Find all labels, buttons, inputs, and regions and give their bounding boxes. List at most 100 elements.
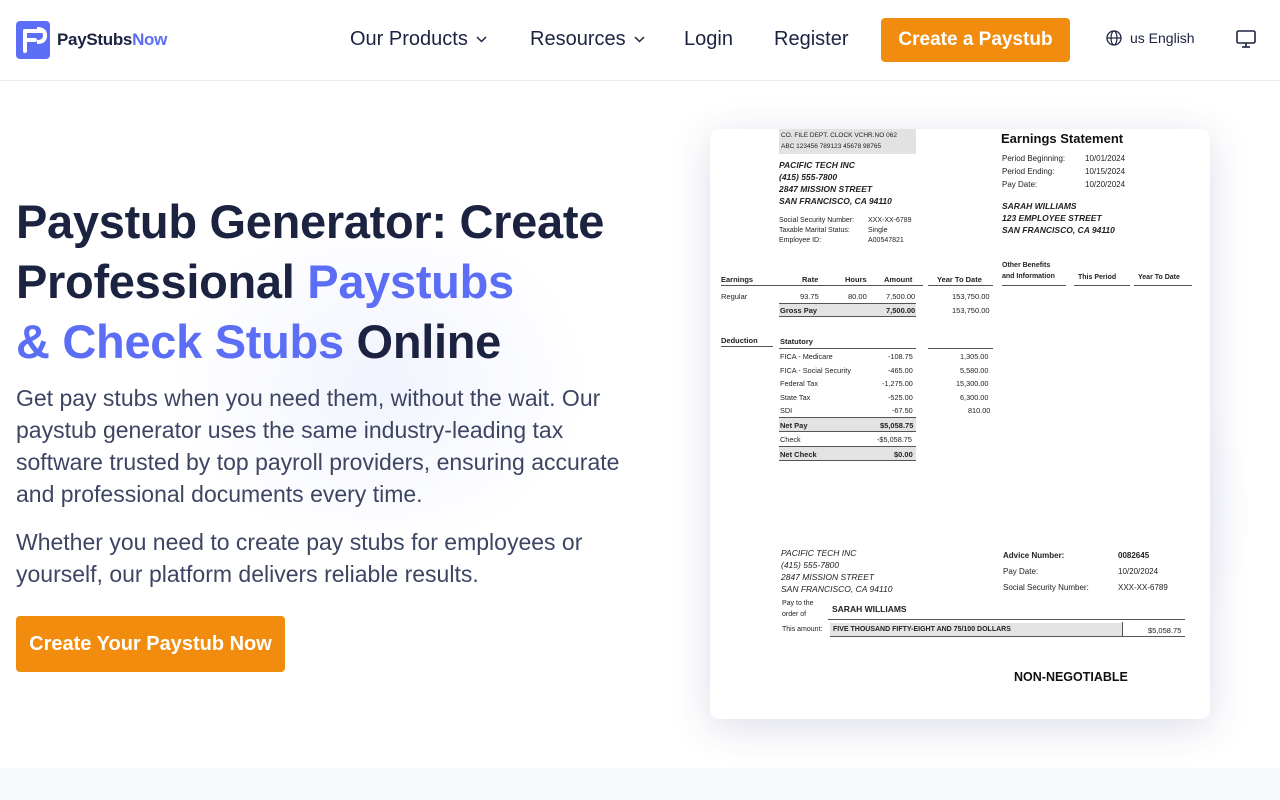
divider	[721, 346, 773, 347]
hero-description: Get pay stubs when you need them, withou…	[16, 385, 620, 507]
gross-label: Gross Pay	[780, 306, 818, 315]
deduction-amount: -1,275.00	[882, 379, 913, 388]
deduction-label: State Tax	[780, 393, 811, 402]
company-phone: (415) 555-7800	[779, 172, 838, 182]
company-city: SAN FRANCISCO, CA 94110	[779, 196, 892, 206]
divider	[1002, 285, 1066, 286]
advice-number-label: Advice Number:	[1003, 551, 1065, 560]
logo[interactable]: PayStubsNow	[16, 21, 167, 59]
check-company-street: 2847 MISSION STREET	[781, 572, 875, 582]
deduction-label: FICA - Medicare	[780, 352, 833, 361]
pay-date-value: 10/20/2024	[1085, 180, 1126, 189]
ssn-label: Social Security Number:	[779, 217, 855, 224]
employee-street: 123 EMPLOYEE STREET	[1002, 213, 1102, 223]
amount-value: $5,058.75	[1148, 626, 1182, 635]
hero-subdescription: Whether you need to create pay stubs for…	[16, 529, 583, 587]
hours-header: Hours	[845, 275, 867, 284]
check-amount: -$5,058.75	[877, 435, 912, 444]
next-section-band	[0, 768, 1280, 800]
divider	[1074, 285, 1130, 286]
divider	[1122, 622, 1123, 637]
marital-value: Single	[868, 227, 888, 234]
create-paystub-button[interactable]: Create a Paystub	[881, 18, 1070, 62]
period-begin-value: 10/01/2024	[1085, 154, 1126, 163]
deduction-ytd: 6,300.00	[960, 393, 989, 402]
site-header: PayStubsNow Our Products Resources Login…	[0, 0, 1280, 81]
logo-icon	[16, 21, 50, 59]
net-check-label: Net Check	[780, 450, 817, 459]
divider	[779, 446, 916, 447]
advice-number-value: 0082645	[1118, 551, 1150, 560]
statement-title: Earnings Statement	[1001, 131, 1124, 146]
monitor-icon[interactable]	[1236, 30, 1256, 48]
deduction-header: Deduction	[721, 336, 758, 345]
employee-city: SAN FRANCISCO, CA 94110	[1002, 225, 1115, 235]
employee-name: SARAH WILLIAMS	[1002, 201, 1077, 211]
divider	[779, 431, 916, 432]
divider	[1134, 285, 1192, 286]
divider	[779, 316, 916, 317]
pay-to-label-2: order of	[782, 611, 807, 618]
chevron-down-icon	[634, 36, 645, 43]
ytd2-header: Year To Date	[1138, 274, 1180, 281]
employee-id-value: A00547821	[868, 237, 904, 244]
net-check-amount: $0.00	[894, 450, 913, 459]
advice-ssn-value: XXX-XX-6789	[1118, 583, 1168, 592]
create-your-paystub-button[interactable]: Create Your Paystub Now	[16, 616, 285, 672]
divider	[779, 417, 916, 418]
deduction-amount: -67.50	[892, 406, 913, 415]
paystub-preview: CO. FILE DEPT. CLOCK VCHR.NO 062 ABC 123…	[710, 129, 1210, 719]
check-label: Check	[780, 435, 801, 444]
statutory-header: Statutory	[780, 337, 813, 346]
divider	[721, 285, 923, 286]
divider	[928, 285, 993, 286]
nav-login[interactable]: Login	[684, 28, 733, 51]
logo-text: PayStubsNow	[57, 30, 168, 49]
deduction-amount: -525.00	[888, 393, 913, 402]
pay-to-name: SARAH WILLIAMS	[832, 604, 907, 614]
pay-to-label-1: Pay to the	[782, 600, 814, 607]
period-begin-label: Period Beginning:	[1002, 154, 1066, 163]
other-benefits-header: Other Benefits	[1002, 262, 1051, 269]
divider	[830, 636, 1185, 637]
advice-pay-date-label: Pay Date:	[1003, 567, 1039, 576]
employee-id-label: Employee ID:	[779, 237, 822, 244]
hero-title: Paystub Generator: Create Professional P…	[16, 195, 605, 368]
deduction-label: SDI	[780, 406, 793, 415]
nav-resources[interactable]: Resources	[530, 28, 645, 51]
globe-icon	[1106, 30, 1122, 46]
deduction-ytd: 15,300.00	[956, 379, 989, 388]
check-company-phone: (415) 555-7800	[781, 560, 840, 570]
nav-our-products[interactable]: Our Products	[350, 28, 487, 51]
regular-amount: 7,500.00	[886, 292, 916, 301]
non-negotiable-label: NON-NEGOTIABLE	[1014, 670, 1128, 684]
language-selector[interactable]: us English	[1106, 30, 1195, 46]
ytd-header: Year To Date	[937, 275, 982, 284]
net-pay-label: Net Pay	[780, 421, 808, 430]
deduction-amount: -465.00	[888, 366, 913, 375]
gross-ytd: 153,750.00	[952, 306, 990, 315]
amount-header: Amount	[884, 275, 913, 284]
marital-label: Taxable Marital Status:	[779, 227, 850, 234]
deduction-ytd: 5,580.00	[960, 366, 989, 375]
deduction-ytd: 810.00	[968, 406, 991, 415]
check-company-city: SAN FRANCISCO, CA 94110	[781, 584, 893, 594]
deduction-label: Federal Tax	[780, 379, 818, 388]
regular-ytd: 153,750.00	[952, 292, 990, 301]
deduction-ytd: 1,305.00	[960, 352, 989, 361]
company-street: 2847 MISSION STREET	[779, 184, 873, 194]
codes-values: ABC 123456 789123 45678 98765	[781, 143, 882, 150]
nav-register[interactable]: Register	[774, 28, 848, 51]
company-name: PACIFIC TECH INC	[779, 160, 855, 170]
language-label: us English	[1130, 30, 1195, 46]
earnings-header: Earnings	[721, 275, 754, 284]
nav-resources-label: Resources	[530, 28, 626, 50]
advice-pay-date-value: 10/20/2024	[1118, 567, 1159, 576]
amount-label: This amount:	[782, 626, 823, 633]
check-company-name: PACIFIC TECH INC	[781, 548, 857, 558]
pay-date-label: Pay Date:	[1002, 180, 1038, 189]
deduction-label: FICA - Social Security	[780, 366, 851, 375]
divider	[928, 348, 993, 349]
advice-ssn-label: Social Security Number:	[1003, 583, 1089, 592]
this-period-header: This Period	[1078, 274, 1117, 281]
